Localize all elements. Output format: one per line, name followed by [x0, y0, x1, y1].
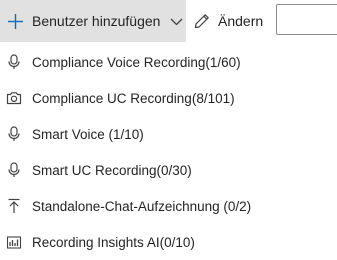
toolbar: Benutzer hinzufügen Ändern: [0, 0, 337, 42]
menu-item-label: Compliance UC Recording(8/101): [32, 90, 235, 106]
add-users-label: Benutzer hinzufügen: [32, 13, 161, 29]
menu-item-smart-voice[interactable]: Smart Voice (1/10): [0, 116, 337, 152]
edit-label: Ändern: [218, 13, 264, 29]
menu-item-standalone-chat-recording[interactable]: Standalone-Chat-Aufzeichnung (0/2): [0, 188, 337, 224]
menu-item-label: Smart Voice (1/10): [32, 126, 144, 142]
menu-item-label: Recording Insights AI(0/10): [32, 234, 195, 250]
pencil-icon: [194, 13, 210, 29]
search-input[interactable]: [276, 4, 337, 35]
bar-chart-icon: [6, 234, 22, 250]
menu-item-smart-uc-recording[interactable]: Smart UC Recording(0/30): [0, 152, 337, 188]
upload-arrow-icon: [6, 198, 22, 214]
microphone-icon: [6, 54, 22, 70]
menu-item-recording-insights-ai[interactable]: Recording Insights AI(0/10): [0, 224, 337, 260]
microphone-icon: [6, 126, 22, 142]
menu-item-compliance-voice-recording[interactable]: Compliance Voice Recording(1/60): [0, 44, 337, 80]
add-users-dropdown-menu: Compliance Voice Recording(1/60) Complia…: [0, 42, 337, 260]
menu-item-compliance-uc-recording[interactable]: Compliance UC Recording(8/101): [0, 80, 337, 116]
edit-button[interactable]: Ändern: [190, 0, 269, 42]
camera-icon: [6, 90, 22, 106]
menu-item-label: Smart UC Recording(0/30): [32, 162, 192, 178]
chevron-down-icon: [170, 15, 183, 28]
microphone-icon: [6, 162, 22, 178]
menu-item-label: Standalone-Chat-Aufzeichnung (0/2): [32, 198, 252, 214]
menu-item-label: Compliance Voice Recording(1/60): [32, 54, 241, 70]
plus-icon: [7, 13, 24, 30]
add-users-button[interactable]: Benutzer hinzufügen: [0, 0, 186, 42]
